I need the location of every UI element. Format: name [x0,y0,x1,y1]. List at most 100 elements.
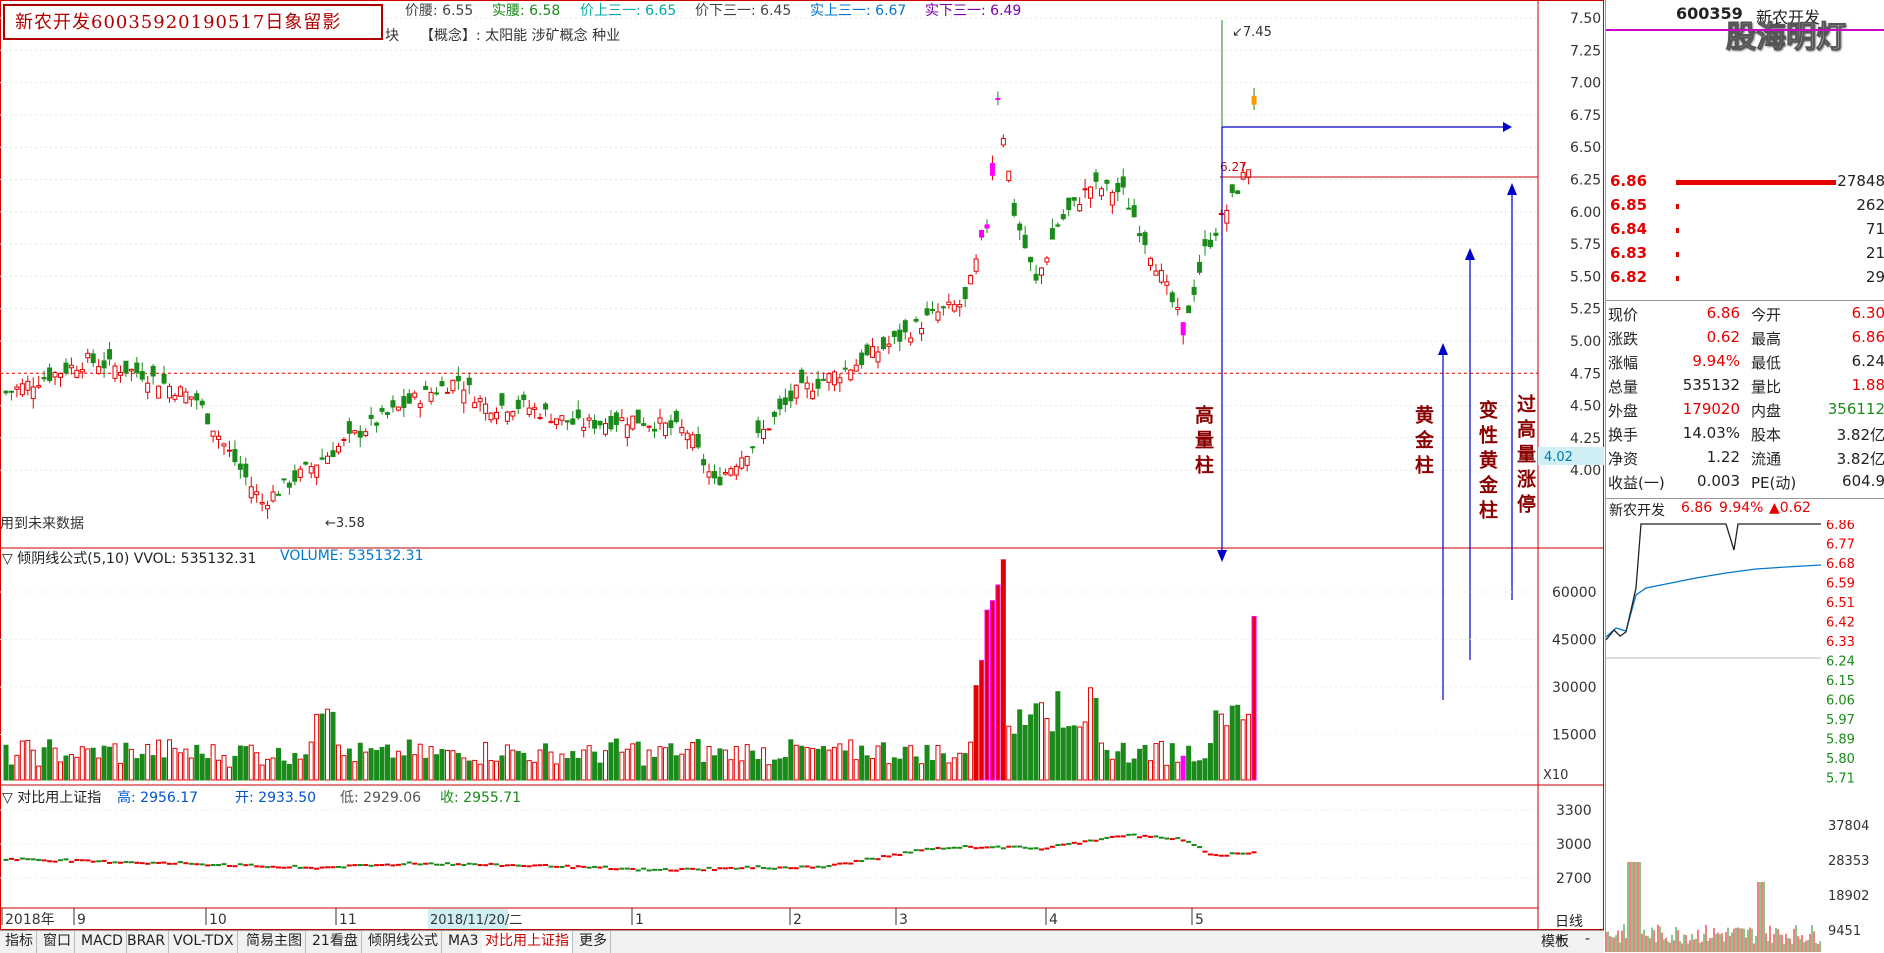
tab-4[interactable]: VOL-TDX [170,931,238,953]
candle-body [842,367,848,370]
index-candle [450,863,456,866]
ask-bar [1676,180,1836,185]
volume-bar [1218,713,1224,781]
candle-body [368,414,374,419]
intraday-price: 6.86 [1681,500,1713,516]
candle-body [314,464,320,478]
index-candle [3,858,9,861]
volume-bar [199,753,205,781]
volume-bar [417,743,423,781]
volume-bar [374,750,380,781]
volume-bar [810,747,816,781]
candle-body [221,443,227,447]
candle-body [1137,233,1143,237]
candle-body [891,330,897,337]
volume-bar [717,748,723,781]
tab-0[interactable]: 指标 [2,931,37,953]
volume-bar [281,760,287,781]
tab-1[interactable]: 窗口 [40,931,75,953]
volume-bar [221,755,227,781]
index-candle [1148,835,1153,838]
volume-bar [395,750,401,781]
candle-body [63,362,69,374]
ask-volume: 29 [1865,268,1884,286]
volume-panel-title: ▽ 倾阴线公式(5,10) VVOL: 535132.31 [2,551,257,567]
index-candle [837,862,843,865]
ask-price: 6.86 [1610,172,1648,190]
stamp-title: 新农开发60035920190517日象留影 [3,4,383,40]
volume-bar [815,748,821,781]
candle-body [581,426,587,431]
period-label[interactable]: 日线 [1555,911,1583,931]
quote-label: 收益(一) [1608,474,1665,492]
index-candle [199,863,205,866]
candle-body [1126,207,1132,210]
candle-body [3,390,9,394]
tab-2[interactable]: MACD [78,931,127,953]
candle-body [8,390,14,393]
zoom-in-button[interactable]: + [1555,931,1567,947]
candle-body [788,390,794,402]
candle-body [984,224,990,229]
candle-body [1197,261,1203,273]
candle-body [504,411,510,422]
quote-value: 9.94% [1692,352,1740,370]
index-candle [188,862,194,865]
volume-bar [1131,758,1137,781]
tab-6[interactable]: 21看盘 [309,931,362,953]
quote-label: PE(动) [1751,474,1797,492]
candle-body [395,406,401,411]
candle-body [156,385,162,399]
tab-5[interactable]: 简易主图 [243,931,306,953]
level-label: 6.27 [1220,160,1247,174]
index-candle [335,865,341,868]
index-candle [1071,841,1077,844]
ask-volume: 71 [1865,220,1884,238]
candle-body [761,428,767,440]
tab-8[interactable]: MA3 [445,931,483,953]
index-candle [543,863,549,866]
index-candle [1017,845,1023,848]
index-candle [575,865,581,868]
candle-body [886,343,892,347]
candle-body [973,258,979,272]
index-candle [570,867,576,870]
candle-body [352,430,358,434]
index-low: 低: 2929.06 [340,790,422,806]
volume-bar [1011,733,1017,781]
index-candle [630,867,636,870]
time-tick-label: 9 [77,912,86,928]
intraday-chart[interactable]: 6.86 6.77 6.68 6.59 6.51 6.42 6.33 6.24 6.15 6.06… [1606,520,1884,952]
quote-label: 最高 [1751,330,1782,348]
volume-bar [47,739,53,781]
index-candle [172,862,178,865]
index-candle [777,866,783,869]
volume-bar [390,757,396,781]
volume-bar [842,750,848,781]
label-high-volume: 高量柱 [1192,405,1214,480]
index-candle [1088,839,1094,842]
tab-3[interactable]: BRAR [124,931,170,953]
index-candle [673,869,679,872]
tab-7[interactable]: 倾阴线公式 [365,931,442,953]
volume-bar [1104,749,1110,781]
index-candle [831,863,837,866]
index-candle [712,869,717,872]
volume-bar [788,739,794,781]
candle-body [733,465,739,476]
candle-body [1169,292,1175,303]
index-candle [739,867,745,870]
index-tick-label: 3000 [1556,837,1592,853]
volume-bar [564,758,570,781]
index-tick-label: 2700 [1556,871,1592,887]
index-candle [1082,840,1088,843]
quote-label: 股本 [1751,426,1782,444]
index-candle [417,863,423,866]
quote-row: 收益(一) 0.003 PE(动) 604.9 [1606,472,1884,494]
tab-10[interactable]: 更多 [576,931,611,953]
zoom-out-button[interactable]: - [1585,931,1590,947]
index-candle [581,865,587,868]
index-candle [1251,851,1257,854]
tab-9[interactable]: 对比用上证指 [482,931,573,953]
volume-bar [85,748,91,781]
